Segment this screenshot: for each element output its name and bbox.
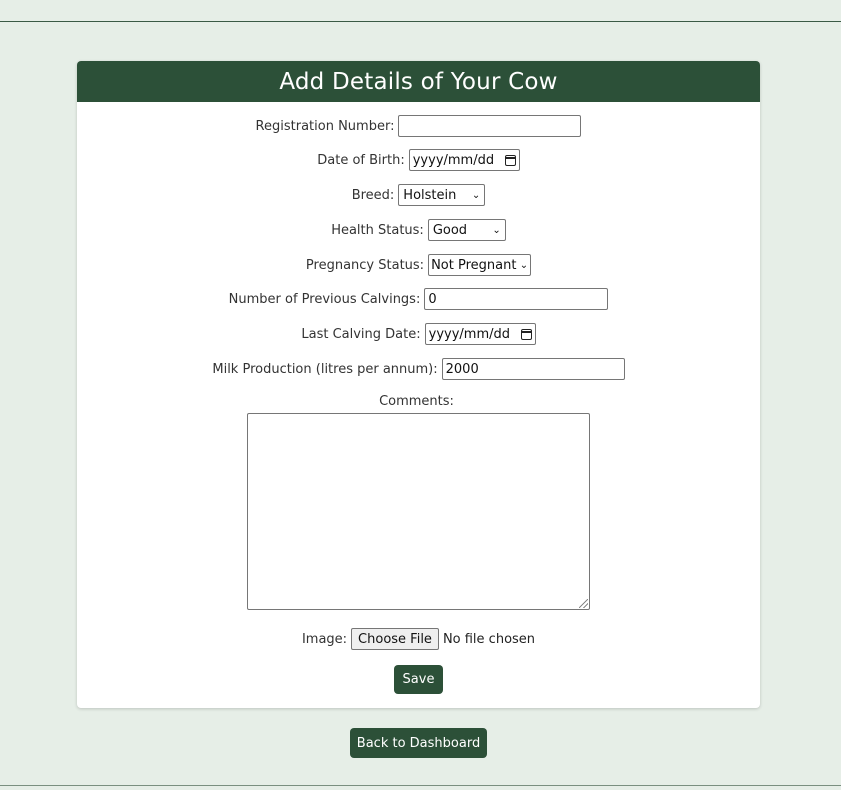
chevron-down-icon: ⌄ <box>519 259 529 271</box>
pregnancy-row: Pregnancy Status: Not Pregnant ⌄ <box>77 254 760 276</box>
comments-row: Comments: <box>77 394 760 409</box>
breed-label: Breed: <box>351 187 395 203</box>
cow-form-card: Add Details of Your Cow Registration Num… <box>77 61 760 708</box>
pregnancy-select[interactable]: Not Pregnant ⌄ <box>428 254 532 276</box>
last-calving-value: yyyy/mm/dd <box>428 326 510 342</box>
breed-selected: Holstein <box>403 187 457 203</box>
pregnancy-label: Pregnancy Status: <box>305 257 425 273</box>
file-status: No file chosen <box>442 631 536 647</box>
last-calving-row: Last Calving Date: yyyy/mm/dd <box>77 323 760 345</box>
save-button[interactable]: Save <box>394 665 443 694</box>
pregnancy-selected: Not Pregnant <box>431 257 517 273</box>
top-divider <box>0 21 841 22</box>
registration-label: Registration Number: <box>255 118 395 134</box>
health-select[interactable]: Good ⌄ <box>427 219 506 241</box>
registration-number-input[interactable] <box>398 115 582 137</box>
dob-row: Date of Birth: yyyy/mm/dd <box>77 149 760 171</box>
dob-label: Date of Birth: <box>317 152 405 168</box>
registration-row: Registration Number: <box>77 115 760 137</box>
last-calving-date-input[interactable]: yyyy/mm/dd <box>424 323 536 345</box>
back-to-dashboard-button[interactable]: Back to Dashboard <box>350 728 487 758</box>
chevron-down-icon: ⌄ <box>492 224 501 236</box>
dob-value: yyyy/mm/dd <box>412 152 495 168</box>
calvings-row: Number of Previous Calvings: 0 <box>77 288 760 310</box>
breed-select[interactable]: Holstein ⌄ <box>398 184 486 206</box>
milk-production-input[interactable]: 2000 <box>441 358 625 380</box>
breed-row: Breed: Holstein ⌄ <box>77 184 760 206</box>
page-title: Add Details of Your Cow <box>279 68 558 95</box>
comments-textarea[interactable] <box>247 413 590 610</box>
image-label: Image: <box>301 631 348 647</box>
bottom-divider <box>0 785 841 786</box>
milk-row: Milk Production (litres per annum): 2000 <box>77 358 760 380</box>
health-selected: Good <box>432 222 468 238</box>
calendar-icon[interactable] <box>520 328 532 340</box>
resize-grip-icon[interactable] <box>579 599 588 608</box>
image-row: Image: Choose File No file chosen <box>77 628 760 650</box>
calvings-input[interactable]: 0 <box>424 288 609 310</box>
chevron-down-icon: ⌄ <box>471 189 481 201</box>
last-calving-label: Last Calving Date: <box>301 326 421 342</box>
milk-label: Milk Production (litres per annum): <box>212 361 438 377</box>
comments-label: Comments: <box>379 394 454 409</box>
card-header: Add Details of Your Cow <box>77 61 760 102</box>
dob-date-input[interactable]: yyyy/mm/dd <box>408 149 520 171</box>
choose-file-button[interactable]: Choose File <box>351 628 439 650</box>
calvings-label: Number of Previous Calvings: <box>228 291 421 307</box>
health-label: Health Status: <box>331 222 424 238</box>
health-row: Health Status: Good ⌄ <box>77 219 760 241</box>
calendar-icon[interactable] <box>504 154 516 166</box>
